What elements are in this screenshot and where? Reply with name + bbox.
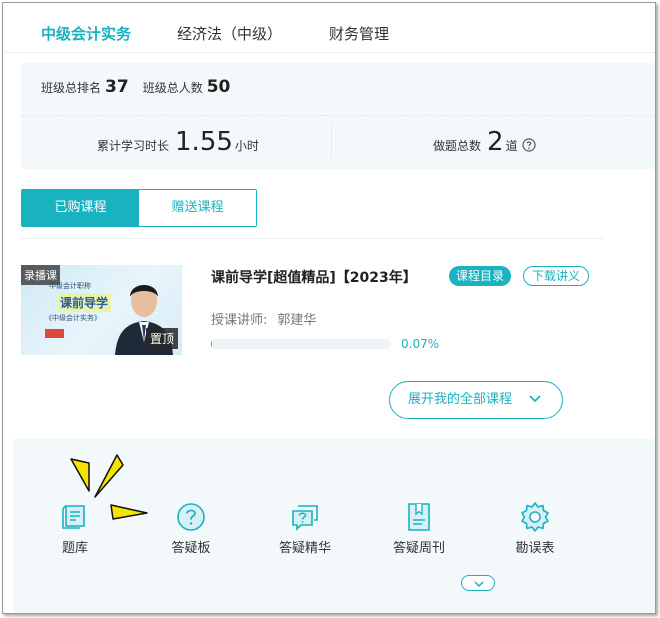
tab-financial-management[interactable]: 财务管理 [329,23,389,44]
thumb-tag [45,329,65,338]
help-circle-icon[interactable] [521,137,536,156]
tab-purchased-courses[interactable]: 已购课程 [22,190,139,226]
tool-errata[interactable]: 勘误表 [495,501,575,556]
thumb-title: 课前导学 [57,293,112,312]
study-time-stat: 累计学习时长 1.55 小时 [97,127,259,157]
total-value: 50 [206,77,231,97]
divider [21,238,603,239]
teacher-info: 授课讲师: 郭建华 [211,309,316,328]
rank-value: 37 [105,77,129,97]
tab-gift-courses[interactable]: 赠送课程 [139,190,256,226]
app-window: 中级会计实务 经济法（中级） 财务管理 班级总排名 37 班级总人数 50 累计学习时… [2,2,656,614]
study-unit: 小时 [234,139,259,153]
class-stats: 班级总排名 37 班级总人数 50 [41,77,244,97]
course-thumbnail[interactable]: 录播课 中级会计职称 课前导学 《中级会计实务》 置顶 [21,265,182,355]
tool-label: 答疑板 [171,541,211,556]
subject-tabs: 中级会计实务 经济法（中级） 财务管理 [3,3,655,53]
qa-weekly-icon [408,503,430,531]
teacher-label: 授课讲师: [211,313,268,328]
questions-label: 做题总数 [433,139,482,153]
expand-all-courses-button[interactable]: 展开我的全部课程 [389,381,563,419]
tool-label: 答疑精华 [278,541,331,556]
tool-label: 答疑周刊 [392,541,445,556]
stats-vertical-divider [331,125,332,159]
chevron-down-icon [529,395,541,403]
questions-unit: 道 [505,139,518,153]
stats-divider [21,115,655,116]
pin-badge[interactable]: 置顶 [145,328,178,349]
thumb-subtitle: 《中级会计实务》 [45,314,101,322]
progress-fill [211,339,212,349]
thumb-category: 中级会计职称 [49,282,91,290]
study-label: 累计学习时长 [97,139,170,153]
rank-label: 班级总排名 [41,81,102,95]
tool-qa-board[interactable]: 答疑板 [151,501,231,556]
progress-percent: 0.07% [401,337,440,351]
expand-label: 展开我的全部课程 [408,392,513,407]
tab-economic-law[interactable]: 经济法（中级） [177,23,282,44]
study-value: 1.55 [175,127,233,157]
course-title[interactable]: 课前导学[超值精品]【2023年】 [211,267,417,287]
tool-qa-weekly[interactable]: 答疑周刊 [379,501,459,556]
tool-label: 题库 [61,541,88,556]
tool-qa-highlight[interactable]: 答疑精华 [265,501,345,556]
tool-label: 勘误表 [515,541,555,556]
more-tools-button[interactable] [461,575,495,591]
stats-panel: 班级总排名 37 班级总人数 50 累计学习时长 1.55 小时 做题总数 2 道 [21,63,655,169]
qa-highlight-icon [292,505,318,531]
chevron-down-icon [474,581,484,588]
teacher-name: 郭建华 [277,313,317,328]
sparkle-highlight-icon [70,454,148,520]
qa-board-icon [177,503,205,531]
course-catalog-button[interactable]: 课程目录 [449,266,512,286]
errata-gear-icon [521,502,549,532]
total-label: 班级总人数 [142,81,203,95]
download-notes-button[interactable]: 下载讲义 [523,266,590,286]
course-tabs: 已购课程 赠送课程 [21,189,257,227]
progress-bar [211,339,391,349]
questions-value: 2 [487,127,504,157]
tab-intermediate-accounting[interactable]: 中级会计实务 [41,23,131,44]
questions-stat: 做题总数 2 道 [433,127,536,157]
